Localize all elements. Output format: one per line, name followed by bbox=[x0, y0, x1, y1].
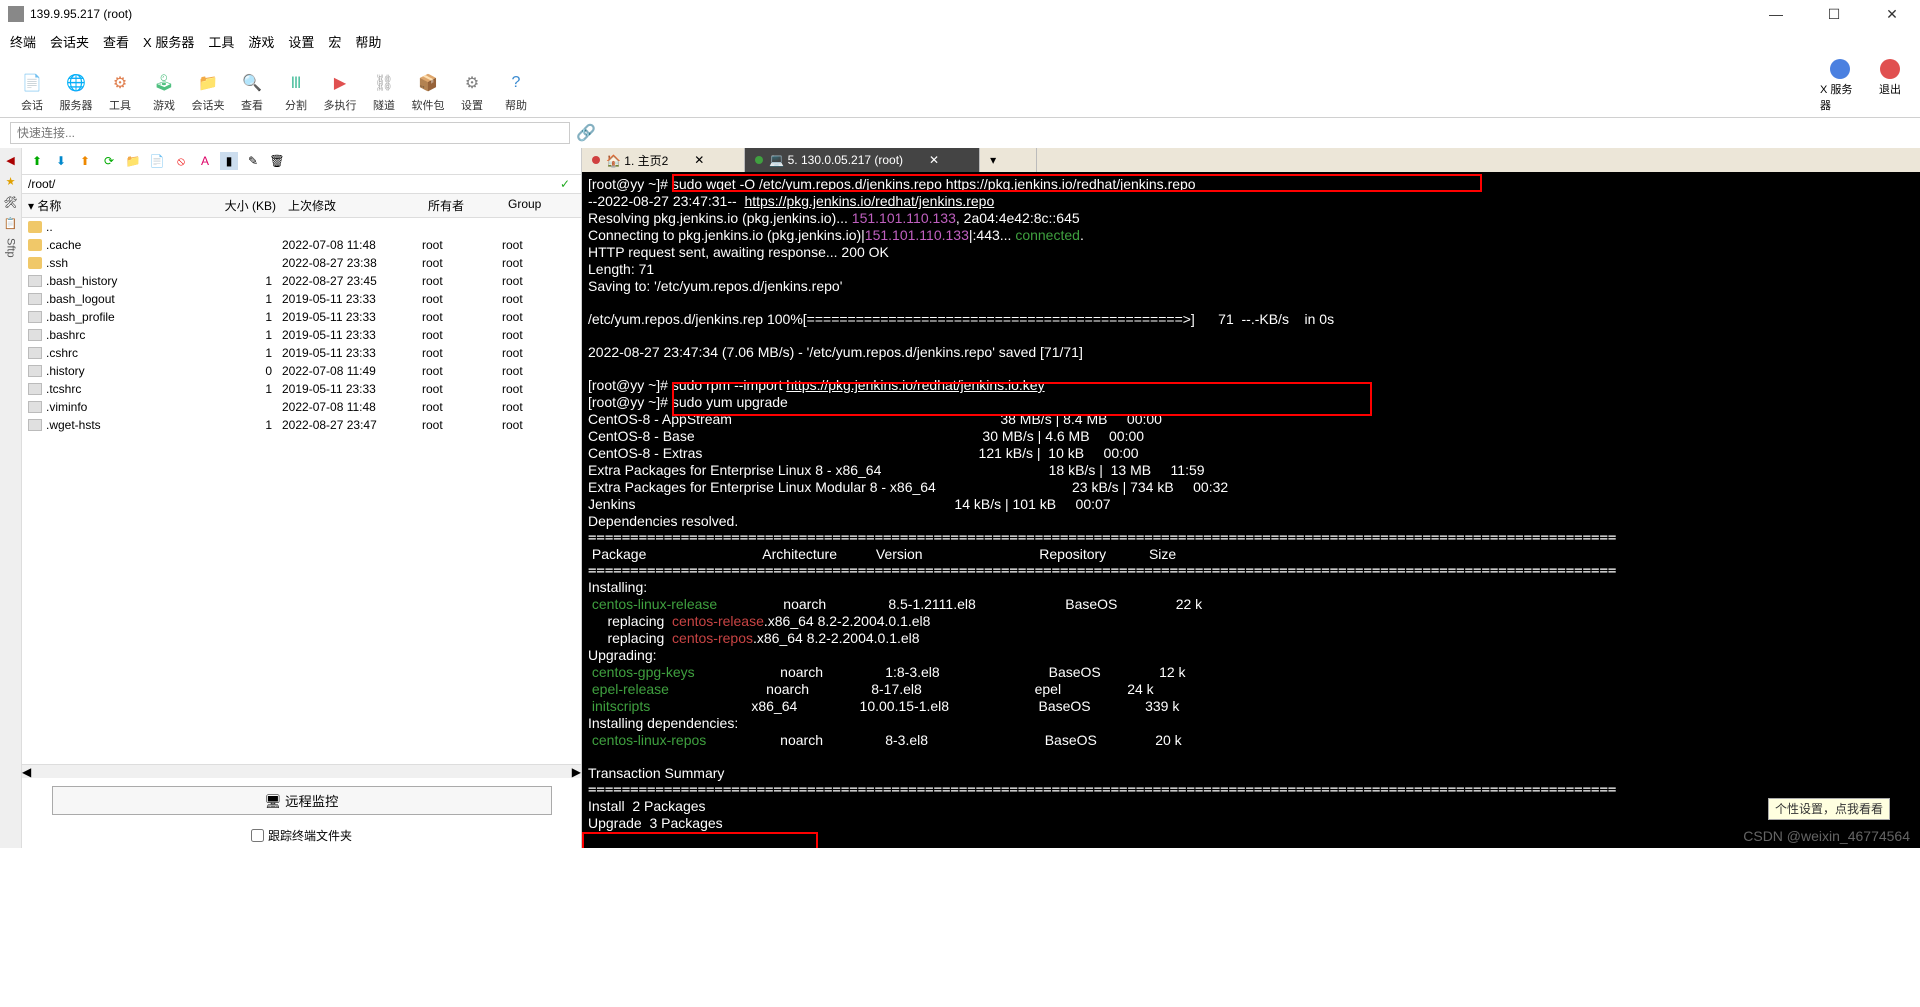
window-controls: — ☐ ✕ bbox=[1756, 6, 1912, 23]
wget-url: https://pkg.jenkins.io/redhat/jenkins.re… bbox=[744, 193, 994, 209]
file-panel: ⬆ ⬇ ⬆ ⟳ 📁 📄 ⦸ A ▮ ✎ 🗑 ✓ ▾ 名称 大小 (KB) 上次修… bbox=[22, 148, 582, 848]
tb-退出[interactable]: 退出 bbox=[1870, 59, 1910, 113]
newfolder-icon[interactable]: 📁 bbox=[124, 152, 142, 170]
maximize-button[interactable]: ☐ bbox=[1814, 6, 1854, 23]
tb-会话夹[interactable]: 📁会话夹 bbox=[186, 71, 230, 113]
path-ok-icon: ✓ bbox=[555, 177, 575, 191]
window-titlebar: 139.9.95.217 (root) — ☐ ✕ bbox=[0, 0, 1920, 28]
delete-icon[interactable]: ⦸ bbox=[172, 152, 190, 170]
newfile-icon[interactable]: 📄 bbox=[148, 152, 166, 170]
close-button[interactable]: ✕ bbox=[1872, 6, 1912, 23]
window-title: 139.9.95.217 (root) bbox=[30, 7, 132, 21]
quick-connect-bar: 🔗 bbox=[0, 118, 1920, 148]
tb-多执行[interactable]: ▶多执行 bbox=[318, 71, 362, 113]
file-list: ...cache2022-07-08 11:48rootroot.ssh2022… bbox=[22, 218, 581, 764]
path-bar: ✓ bbox=[22, 175, 581, 194]
tb-软件包[interactable]: 📦软件包 bbox=[406, 71, 450, 113]
download-icon[interactable]: ⬇ bbox=[52, 152, 70, 170]
tab-5. 130.0.05.217 (root)[interactable]: 💻 5. 130.0.05.217 (root) ✕ bbox=[745, 148, 980, 172]
remote-monitor-button[interactable]: 🖥 远程监控 bbox=[52, 786, 552, 815]
watermark: CSDN @weixin_46774564 bbox=[1743, 828, 1910, 844]
col-owner[interactable]: 所有者 bbox=[422, 194, 502, 217]
select-icon[interactable]: ▮ bbox=[220, 152, 238, 170]
tb-会话[interactable]: 📄会话 bbox=[10, 71, 54, 113]
file-toolbar: ⬆ ⬇ ⬆ ⟳ 📁 📄 ⦸ A ▮ ✎ 🗑 bbox=[22, 148, 581, 175]
tb-分割[interactable]: Ⅲ分割 bbox=[274, 71, 318, 113]
sftp-tab[interactable]: Sftp bbox=[5, 238, 17, 258]
jenkins-key-link[interactable]: https://pkg.jenkins.io/redhat/jenkins.io… bbox=[786, 377, 1044, 393]
terminal-output[interactable]: [root@yy ~]# sudo wget -O /etc/yum.repos… bbox=[582, 172, 1920, 848]
file-row[interactable]: .viminfo2022-07-08 11:48rootroot bbox=[22, 398, 581, 416]
file-row[interactable]: .. bbox=[22, 218, 581, 236]
menu-宏[interactable]: 宏 bbox=[328, 32, 341, 51]
col-name[interactable]: 名称 bbox=[37, 199, 61, 213]
tb-X 服务器[interactable]: X 服务器 bbox=[1820, 59, 1860, 113]
menu-查看[interactable]: 查看 bbox=[103, 32, 129, 51]
app-icon bbox=[8, 6, 24, 22]
terminal-tabs: 🏠 1. 主页2 ✕💻 5. 130.0.05.217 (root) ✕▾ bbox=[582, 148, 1920, 172]
main-toolbar: 📄会话🌐服务器⚙工具🕹游戏📁会话夹🔍查看Ⅲ分割▶多执行⛓隧道📦软件包⚙设置?帮助… bbox=[0, 55, 1920, 118]
minimize-button[interactable]: — bbox=[1756, 6, 1796, 23]
menu-会话夹[interactable]: 会话夹 bbox=[50, 32, 89, 51]
hscrollbar[interactable]: ◀▶ bbox=[22, 764, 581, 778]
tb-工具[interactable]: ⚙工具 bbox=[98, 71, 142, 113]
refresh-icon[interactable]: ⟳ bbox=[100, 152, 118, 170]
menu-X 服务器[interactable]: X 服务器 bbox=[143, 32, 194, 51]
tab-add[interactable]: ▾ bbox=[980, 148, 1037, 172]
file-row[interactable]: .bash_profile12019-05-11 23:33rootroot bbox=[22, 308, 581, 326]
menu-帮助[interactable]: 帮助 bbox=[355, 32, 381, 51]
link-icon[interactable]: 🔗 bbox=[576, 123, 596, 143]
highlight-box-3 bbox=[582, 832, 818, 848]
menu-工具[interactable]: 工具 bbox=[208, 32, 234, 51]
path-input[interactable] bbox=[28, 177, 555, 191]
tooltip[interactable]: 个性设置，点我看看 bbox=[1768, 798, 1890, 820]
up-icon[interactable]: ⬆ bbox=[28, 152, 46, 170]
tb-服务器[interactable]: 🌐服务器 bbox=[54, 71, 98, 113]
upload-icon[interactable]: ⬆ bbox=[76, 152, 94, 170]
jenkins-repo-link[interactable]: https://pkg.jenkins.io/redhat/jenkins.re… bbox=[946, 176, 1196, 192]
tb-查看[interactable]: 🔍查看 bbox=[230, 71, 274, 113]
file-row[interactable]: .cshrc12019-05-11 23:33rootroot bbox=[22, 344, 581, 362]
menu-游戏[interactable]: 游戏 bbox=[248, 32, 274, 51]
file-header: ▾ 名称 大小 (KB) 上次修改 所有者 Group bbox=[22, 194, 581, 218]
file-row[interactable]: .cache2022-07-08 11:48rootroot bbox=[22, 236, 581, 254]
col-date[interactable]: 上次修改 bbox=[282, 194, 422, 217]
file-row[interactable]: .ssh2022-08-27 23:38rootroot bbox=[22, 254, 581, 272]
follow-terminal-check[interactable]: 跟踪终端文件夹 bbox=[22, 823, 581, 848]
file-row[interactable]: .bashrc12019-05-11 23:33rootroot bbox=[22, 326, 581, 344]
col-size[interactable]: 大小 (KB) bbox=[202, 194, 282, 217]
terminal-panel: 🏠 1. 主页2 ✕💻 5. 130.0.05.217 (root) ✕▾ [r… bbox=[582, 148, 1920, 848]
file-row[interactable]: .history02022-07-08 11:49rootroot bbox=[22, 362, 581, 380]
remove-icon[interactable]: 🗑 bbox=[268, 152, 286, 170]
tb-隧道[interactable]: ⛓隧道 bbox=[362, 71, 406, 113]
tb-设置[interactable]: ⚙设置 bbox=[450, 71, 494, 113]
edit-icon[interactable]: ✎ bbox=[244, 152, 262, 170]
left-sidebar: ◀ ★ 🛠 📋 Sftp bbox=[0, 148, 22, 848]
tab-1. 主页2[interactable]: 🏠 1. 主页2 ✕ bbox=[582, 148, 745, 172]
font-icon[interactable]: A bbox=[196, 152, 214, 170]
quick-connect-input[interactable] bbox=[10, 122, 570, 144]
file-row[interactable]: .wget-hsts12022-08-27 23:47rootroot bbox=[22, 416, 581, 434]
tb-帮助[interactable]: ?帮助 bbox=[494, 71, 538, 113]
menu-终端[interactable]: 终端 bbox=[10, 32, 36, 51]
file-row[interactable]: .tcshrc12019-05-11 23:33rootroot bbox=[22, 380, 581, 398]
col-group[interactable]: Group bbox=[502, 194, 562, 217]
file-row[interactable]: .bash_logout12019-05-11 23:33rootroot bbox=[22, 290, 581, 308]
tb-游戏[interactable]: 🕹游戏 bbox=[142, 71, 186, 113]
follow-checkbox[interactable] bbox=[251, 829, 264, 842]
file-row[interactable]: .bash_history12022-08-27 23:45rootroot bbox=[22, 272, 581, 290]
menubar: 终端会话夹查看 X 服务器工具游戏设置宏帮助 bbox=[0, 28, 1920, 55]
menu-设置[interactable]: 设置 bbox=[288, 32, 314, 51]
